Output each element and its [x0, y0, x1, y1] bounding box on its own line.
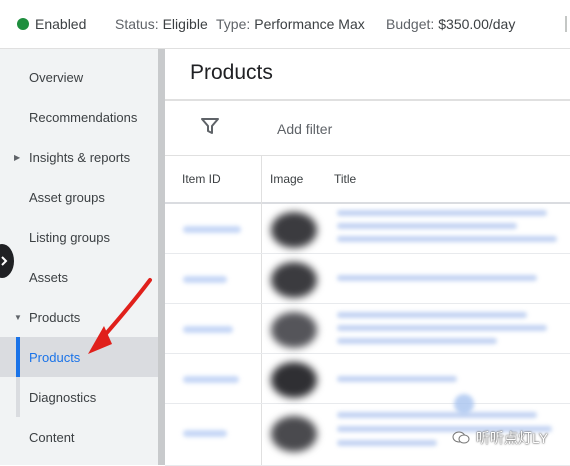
type-label: Type:: [216, 16, 251, 32]
title-cell[interactable]: [337, 275, 537, 281]
sidebar-item-label: Listing groups: [29, 229, 110, 245]
title-cell[interactable]: [337, 223, 517, 229]
title-cell[interactable]: [337, 338, 497, 344]
title-cell[interactable]: [337, 376, 457, 382]
status-label: Status:: [115, 16, 159, 32]
column-header-title[interactable]: Title: [334, 172, 356, 186]
status-value: Eligible: [162, 16, 208, 32]
sidebar-item-products[interactable]: Products: [0, 337, 158, 377]
product-image: [271, 212, 317, 248]
item-id-cell[interactable]: [183, 326, 233, 333]
expand-right-icon[interactable]: ▶: [14, 153, 20, 162]
campaign-status-bar: Enabled Status: Eligible Type: Performan…: [0, 0, 570, 49]
table-row[interactable]: [165, 254, 570, 304]
title-cell[interactable]: [337, 312, 527, 318]
watermark-text: 听听点灯LY: [476, 430, 549, 446]
title-cell[interactable]: [337, 440, 437, 446]
filter-icon[interactable]: [201, 117, 219, 135]
sidebar-item-diagnostics[interactable]: Diagnostics: [0, 377, 158, 417]
table-row[interactable]: [165, 304, 570, 354]
products-page: Products Add filter Item ID Image Title: [165, 49, 570, 466]
sidebar-item-label: Overview: [29, 69, 84, 85]
expand-down-icon[interactable]: ▼: [14, 313, 22, 322]
product-image: [271, 362, 317, 398]
item-id-cell[interactable]: [183, 430, 227, 437]
enabled-status[interactable]: Enabled: [17, 0, 86, 48]
type-value: Performance Max: [254, 16, 365, 32]
budget-label: Budget:: [386, 16, 435, 32]
sidebar-item-label: Products: [29, 349, 81, 365]
item-id-cell[interactable]: [183, 226, 241, 233]
sidebar-item-label: Recommendations: [29, 109, 138, 125]
type-field: Type: Performance Max: [216, 0, 365, 48]
sidebar-nav: Overview Recommendations ▶ Insights & rep…: [0, 49, 158, 465]
budget-value: $350.00/day: [438, 16, 516, 32]
truncated-status-item: [565, 16, 570, 32]
sidebar-item-label: Assets: [29, 269, 69, 285]
status-field: Status: Eligible: [115, 0, 208, 48]
chat-bubbles-icon: [452, 431, 470, 444]
chevron-right-icon: [1, 256, 8, 266]
table-row[interactable]: [165, 204, 570, 254]
sidebar-item-label: Diagnostics: [29, 389, 97, 405]
title-cell[interactable]: [337, 412, 537, 418]
table-header: Item ID Image Title: [165, 156, 570, 204]
sidebar-item-label: Insights & reports: [29, 149, 131, 165]
floating-dot: [454, 394, 474, 414]
sidebar-item-recommendations[interactable]: Recommendations: [0, 97, 158, 137]
sidebar-item-listing-groups[interactable]: Listing groups: [0, 217, 158, 257]
product-image: [271, 262, 317, 298]
enabled-status-dot: [17, 18, 29, 30]
sidebar-item-label: Content: [29, 429, 75, 445]
enabled-label: Enabled: [35, 16, 87, 32]
sidebar-item-products-group[interactable]: ▼ Products: [0, 297, 158, 337]
budget-field[interactable]: Budget: $350.00/day: [386, 0, 515, 48]
sidebar-item-label: Asset groups: [29, 189, 105, 205]
product-image: [271, 312, 317, 348]
watermark: 听听点灯LY: [452, 428, 548, 448]
column-header-item-id[interactable]: Item ID: [182, 172, 221, 186]
sidebar-scrollbar[interactable]: [158, 49, 165, 465]
sidebar-item-content[interactable]: Content: [0, 417, 158, 457]
sidebar-item-assets[interactable]: Assets: [0, 257, 158, 297]
title-cell[interactable]: [337, 236, 557, 242]
sidebar-item-asset-groups[interactable]: Asset groups: [0, 177, 158, 217]
title-cell[interactable]: [337, 210, 547, 216]
sidebar-item-insights-reports[interactable]: ▶ Insights & reports: [0, 137, 158, 177]
item-id-cell[interactable]: [183, 276, 227, 283]
product-image: [271, 416, 317, 452]
sidebar-item-label: Products: [29, 309, 81, 325]
filter-bar: Add filter: [165, 101, 570, 156]
add-filter-button[interactable]: Add filter: [277, 121, 332, 137]
item-id-cell[interactable]: [183, 376, 239, 383]
sidebar-item-overview[interactable]: Overview: [0, 57, 158, 97]
column-header-image[interactable]: Image: [270, 172, 303, 186]
page-title: Products: [190, 61, 273, 84]
title-cell[interactable]: [337, 325, 547, 331]
table-row[interactable]: [165, 354, 570, 404]
